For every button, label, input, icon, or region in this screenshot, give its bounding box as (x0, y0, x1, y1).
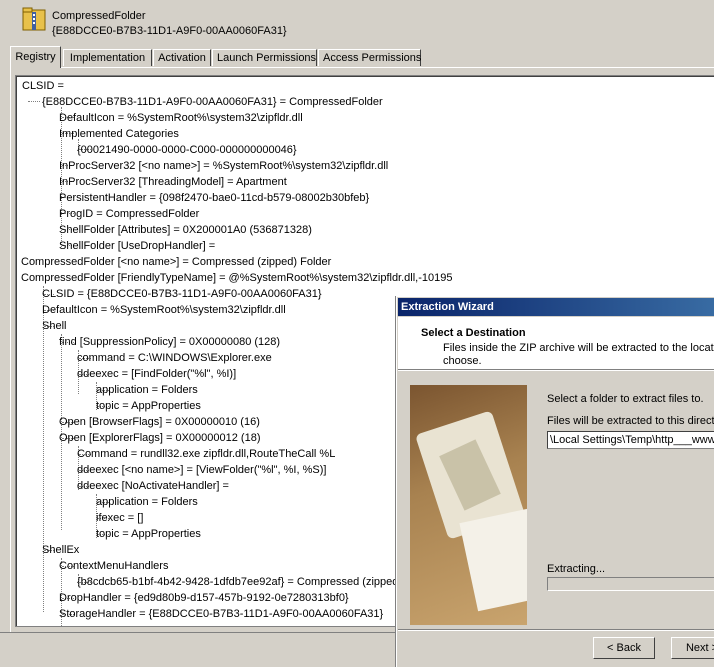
wizard-heading: Select a Destination (421, 327, 526, 339)
wizard-title-bar[interactable]: Extraction Wizard (398, 298, 714, 316)
compressed-folder-icon (22, 7, 46, 31)
tree-node[interactable]: CompressedFolder [<no name>] = Compresse… (21, 255, 331, 269)
back-button-label: < Back (607, 642, 641, 654)
tree-node[interactable]: ddeexec [<no name>] = [ViewFolder("%l", … (77, 463, 326, 477)
tree-node[interactable]: ifexec = [] (96, 511, 143, 525)
tree-node[interactable]: Open [ExplorerFlags] = 0X00000012 (18) (59, 431, 261, 445)
tree-node[interactable]: ShellFolder [Attributes] = 0X200001A0 (5… (59, 223, 312, 237)
tree-node[interactable]: InProcServer32 [ThreadingModel] = Apartm… (59, 175, 287, 189)
tree-node[interactable]: topic = AppProperties (96, 399, 201, 413)
tree-node[interactable]: InProcServer32 [<no name>] = %SystemRoot… (59, 159, 388, 173)
tab-registry[interactable]: Registry (10, 46, 61, 68)
extract-directory-label: Files will be extracted to this director… (547, 415, 714, 427)
wizard-button-separator (398, 629, 714, 631)
tree-connector (43, 286, 44, 612)
wizard-subtitle-line1: Files inside the ZIP archive will be ext… (443, 342, 714, 354)
object-clsid: {E88DCCE0-B7B3-11D1-A9F0-00AA0060FA31} (52, 25, 287, 37)
tree-node[interactable]: ProgID = CompressedFolder (59, 207, 199, 221)
select-folder-label: Select a folder to extract files to. (547, 393, 704, 405)
illustration-paper (459, 508, 527, 612)
destination-path-input[interactable]: \Local Settings\Temp\http___www (547, 431, 714, 449)
tree-node[interactable]: Shell (42, 319, 66, 333)
tree-node[interactable]: DefaultIcon = %SystemRoot%\system32\zipf… (59, 111, 303, 125)
tree-node[interactable]: application = Folders (96, 383, 198, 397)
tree-node[interactable]: Open [BrowserFlags] = 0X00000010 (16) (59, 415, 260, 429)
tree-node[interactable]: find [SuppressionPolicy] = 0X00000080 (1… (59, 335, 280, 349)
tree-node[interactable]: topic = AppProperties (96, 527, 201, 541)
tab-strip: Registry Implementation Activation Launc… (10, 46, 714, 68)
tab-access-permissions[interactable]: Access Permissions (318, 49, 421, 66)
wizard-separator (398, 369, 714, 371)
tree-node[interactable]: PersistentHandler = {098f2470-bae0-11cd-… (59, 191, 369, 205)
tab-activation[interactable]: Activation (153, 49, 211, 66)
tree-node[interactable]: ShellFolder [UseDropHandler] = (59, 239, 215, 253)
object-header: CompressedFolder {E88DCCE0-B7B3-11D1-A9F… (0, 0, 714, 44)
wizard-header: Select a Destination Files inside the ZI… (398, 317, 714, 369)
tree-node[interactable]: ddeexec [NoActivateHandler] = (77, 479, 229, 493)
tree-node[interactable]: Command = rundll32.exe zipfldr.dll,Route… (77, 447, 335, 461)
tree-node[interactable]: {E88DCCE0-B7B3-11D1-A9F0-00AA0060FA31} =… (42, 95, 383, 109)
tree-node[interactable]: CompressedFolder [FriendlyTypeName] = @%… (21, 271, 452, 285)
tree-node[interactable]: application = Folders (96, 495, 198, 509)
tree-node[interactable]: CLSID = {E88DCCE0-B7B3-11D1-A9F0-00AA006… (42, 287, 322, 301)
tree-connector (28, 101, 40, 102)
tree-node[interactable]: {00021490-0000-0000-C000-000000000046} (77, 143, 297, 157)
tab-implementation[interactable]: Implementation (63, 49, 152, 66)
wizard-subtitle-line2: choose. (443, 355, 482, 367)
tree-node[interactable]: DefaultIcon = %SystemRoot%\system32\zipf… (42, 303, 286, 317)
tree-node[interactable]: ShellEx (42, 543, 79, 557)
tree-node[interactable]: ddeexec = [FindFolder("%l", %I)] (77, 367, 236, 381)
tree-node[interactable]: DropHandler = {ed9d80b9-d157-457b-9192-0… (59, 591, 349, 605)
tree-node[interactable]: command = C:\WINDOWS\Explorer.exe (77, 351, 272, 365)
tab-launch-permissions[interactable]: Launch Permissions (212, 49, 317, 66)
tree-node[interactable]: Implemented Categories (59, 127, 179, 141)
tree-node[interactable]: StorageHandler = {E88DCCE0-B7B3-11D1-A9F… (59, 607, 383, 621)
tree-node[interactable]: CLSID = (22, 79, 64, 93)
tree-node[interactable]: ContextMenuHandlers (59, 559, 168, 573)
extraction-wizard-window: Extraction Wizard Select a Destination F… (396, 296, 714, 667)
extracting-label: Extracting... (547, 563, 606, 575)
object-name: CompressedFolder (52, 10, 146, 22)
next-button-label: Next > (685, 642, 714, 654)
extraction-progress-bar (547, 577, 714, 591)
wizard-illustration (410, 385, 527, 625)
